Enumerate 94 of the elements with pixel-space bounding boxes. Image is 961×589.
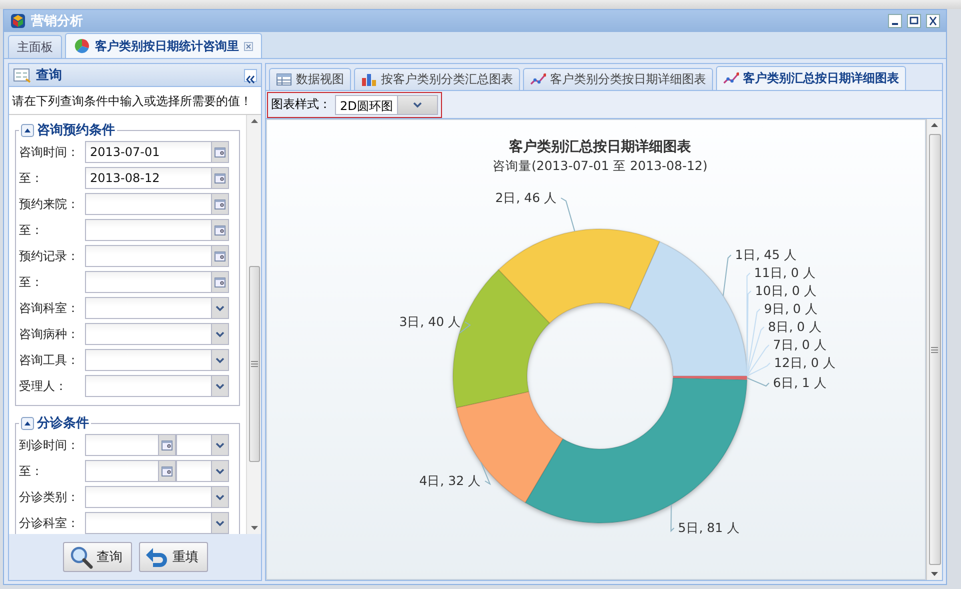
search-icon [68,545,92,569]
tab[interactable]: 客户类别汇总按日期详细图表 [716,66,906,90]
leader-line [560,198,576,232]
data-label: 2日, 46 人 [495,190,557,205]
calendar-icon[interactable] [158,434,176,456]
date-field[interactable]: 2013-08-12 [85,167,211,189]
hint-text: 请在下列查询条件中输入或选择所需要的值！ [12,93,253,110]
data-label: 10日, 0 人 [755,283,817,298]
bar-chart-icon [361,72,377,87]
field-label: 受理人： [19,378,68,394]
section-title: 分诊条件 [37,415,89,432]
field-label: 咨询时间： [19,144,80,160]
chart-title: 客户类别汇总按日期详细图表 [509,139,691,155]
field-label: 预约记录： [19,248,80,264]
maximize-icon[interactable] [907,14,921,28]
date-field[interactable]: 2013-07-01 [85,141,211,163]
data-label: 1日, 45 人 [735,247,797,262]
field-label: 分诊类别： [19,488,80,506]
calendar-icon[interactable] [211,193,229,215]
leader-line [458,322,471,334]
data-label: 3日, 40 人 [399,314,461,329]
form-icon [13,67,31,83]
table-icon [276,72,292,87]
date-field[interactable] [85,460,158,482]
close-icon[interactable] [926,14,940,28]
search-button[interactable]: 查询 [62,542,132,572]
leader-line [670,504,674,532]
field-label: 咨询科室： [19,300,80,316]
field-label: 至： [19,462,44,480]
dropdown-icon[interactable] [211,297,229,319]
calendar-icon[interactable] [211,245,229,267]
dropdown-icon[interactable] [211,512,229,534]
data-label: 12日, 0 人 [774,355,836,370]
minimize-icon[interactable] [888,14,902,28]
dropdown-field[interactable] [85,349,211,371]
tab[interactable]: 数据视图 [269,68,351,90]
field-label: 到诊时间： [19,436,80,454]
field-label: 咨询病种： [19,326,80,342]
date-field[interactable] [85,271,211,293]
dropdown-icon[interactable] [211,375,229,397]
calendar-icon[interactable] [211,167,229,189]
app-icon [10,13,26,29]
leader-line [480,462,492,486]
data-label: 6日, 1 人 [773,375,827,390]
data-label: 11日, 0 人 [754,265,816,280]
calendar-icon[interactable] [158,460,176,482]
tab[interactable]: 客户类别分类按日期详细图表 [523,68,713,90]
chart-style-dropdown[interactable]: 2D圆环图 [335,94,438,114]
data-label: 9日, 0 人 [764,301,818,316]
collapse-icon[interactable] [21,416,34,430]
calendar-icon[interactable] [211,219,229,241]
collapse-icon[interactable] [21,124,34,136]
leader-line [722,254,732,296]
tab[interactable]: 客户类别按日期统计咨询里 [65,33,262,58]
panel-title: 查询 [36,67,63,84]
date-field[interactable] [85,245,211,267]
dropdown-field[interactable] [85,512,211,534]
dropdown-field[interactable] [85,375,211,397]
tab[interactable]: 按客户类别分类汇总图表 [354,68,520,90]
dropdown-icon[interactable] [211,460,229,482]
date-field[interactable] [85,434,158,456]
data-label: 4日, 32 人 [419,473,481,488]
dropdown-field[interactable] [85,323,211,345]
dropdown-field[interactable] [85,486,211,508]
section-title: 咨询预约条件 [37,122,115,139]
line-chart-icon [530,72,546,87]
dropdown-icon[interactable] [211,486,229,508]
date-field[interactable] [85,193,211,215]
collapse-button[interactable] [244,68,257,82]
field-label: 预约来院： [19,196,80,212]
data-label: 7日, 0 人 [773,337,827,352]
field-label: 至： [19,222,44,238]
field-label: 分诊科室： [19,514,80,532]
field-label: 至： [19,170,44,186]
calendar-icon[interactable] [211,271,229,293]
dropdown-icon[interactable] [211,434,229,456]
reset-button[interactable]: 重填 [138,542,208,572]
date-field[interactable] [85,219,211,241]
line-chart-icon [723,71,739,86]
dropdown-icon[interactable] [211,323,229,345]
window-title: 营销分析 [31,13,84,30]
field-label: 咨询工具： [19,352,80,368]
data-label: 5日, 81 人 [678,520,740,535]
pie-chart-icon [74,38,90,54]
tab[interactable]: 主面板 [8,35,62,58]
data-label: 8日, 0 人 [768,319,822,334]
field-label: 至： [19,274,44,290]
chart-subtitle: 咨询量(2013-07-01 至 2013-08-12) [492,158,708,173]
dropdown-field[interactable] [85,297,211,319]
dropdown-icon[interactable] [211,349,229,371]
field-label: 图表样式： [271,96,331,113]
scrollbar-thumb[interactable] [928,134,940,565]
scrollbar-thumb[interactable] [248,266,260,462]
calendar-icon[interactable] [211,141,229,163]
